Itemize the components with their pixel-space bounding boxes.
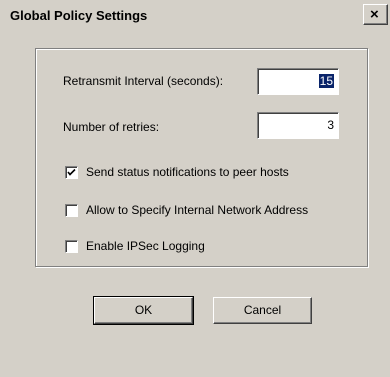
close-button[interactable]: × [363, 4, 388, 25]
number-of-retries-label: Number of retries: [63, 120, 160, 134]
send-status-checkbox[interactable] [65, 166, 78, 179]
close-icon: × [370, 6, 379, 23]
ok-button[interactable]: OK [93, 296, 194, 325]
number-of-retries-value: 3 [327, 118, 334, 132]
retransmit-interval-input[interactable]: 15 [257, 68, 339, 95]
number-of-retries-input[interactable]: 3 [257, 112, 339, 139]
allow-internal-address-checkbox[interactable] [65, 204, 78, 217]
enable-ipsec-logging-label: Enable IPSec Logging [86, 239, 205, 253]
checkmark-icon [67, 168, 76, 176]
retransmit-interval-label: Retransmit Interval (seconds): [63, 74, 224, 88]
cancel-button[interactable]: Cancel [213, 297, 312, 324]
retransmit-interval-value: 15 [318, 74, 334, 88]
title-bar: Global Policy Settings × [0, 0, 390, 30]
allow-internal-address-label: Allow to Specify Internal Network Addres… [86, 203, 309, 217]
send-status-label: Send status notifications to peer hosts [86, 165, 289, 179]
enable-ipsec-logging-checkbox[interactable] [65, 240, 78, 253]
window-title: Global Policy Settings [10, 8, 148, 23]
